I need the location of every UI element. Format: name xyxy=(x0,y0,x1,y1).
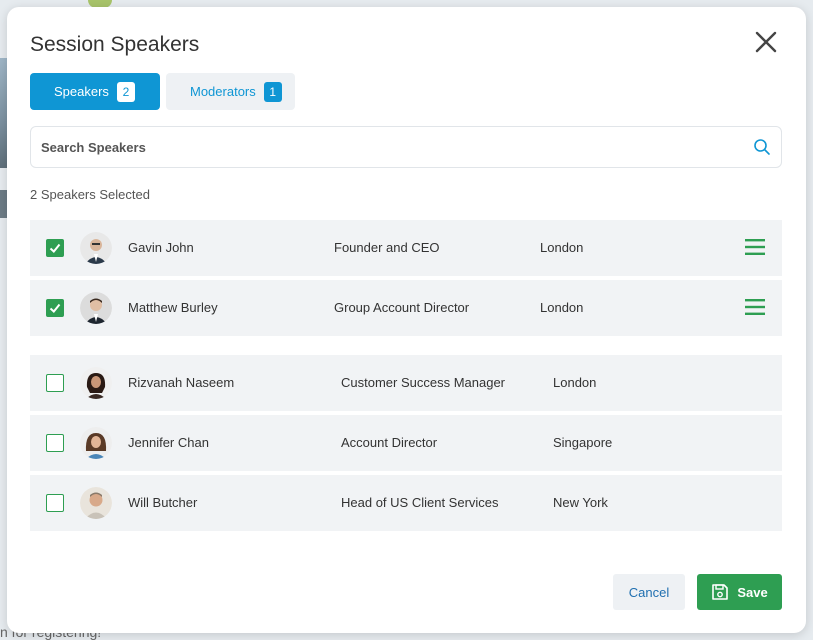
floppy-disk-icon xyxy=(712,584,729,600)
avatar xyxy=(80,487,112,519)
search-box xyxy=(30,126,782,168)
available-speaker-row[interactable]: Rizvanah Naseem Customer Success Manager… xyxy=(30,355,782,411)
drag-handle-icon[interactable] xyxy=(744,237,766,257)
speaker-checkbox[interactable] xyxy=(46,494,64,512)
available-speaker-row[interactable]: Jennifer Chan Account Director Singapore xyxy=(30,415,782,471)
speaker-role: Account Director xyxy=(341,435,438,450)
speaker-name: Rizvanah Naseem xyxy=(128,375,235,390)
selected-count-label: 2 Speakers Selected xyxy=(30,187,150,202)
speaker-checkbox[interactable] xyxy=(46,434,64,452)
speaker-role: Group Account Director xyxy=(334,300,470,315)
checkmark-icon xyxy=(49,303,61,313)
speaker-city: London xyxy=(553,375,597,390)
close-button[interactable] xyxy=(751,27,781,57)
avatar xyxy=(80,292,112,324)
speaker-city: London xyxy=(540,300,584,315)
speaker-checkbox[interactable] xyxy=(46,299,64,317)
avatar xyxy=(80,427,112,459)
speaker-role: Head of US Client Services xyxy=(341,495,499,510)
tab-speakers[interactable]: Speakers 2 xyxy=(30,73,160,110)
session-speakers-modal: Session Speakers Speakers 2 Moderators 1… xyxy=(7,7,806,633)
selected-speaker-row[interactable]: Matthew Burley Group Account Director Lo… xyxy=(30,280,782,336)
selected-speaker-row[interactable]: Gavin John Founder and CEO London xyxy=(30,220,782,276)
speaker-tabs: Speakers 2 Moderators 1 xyxy=(30,73,295,110)
search-icon[interactable] xyxy=(753,138,771,156)
speaker-name: Matthew Burley xyxy=(128,300,218,315)
speaker-role: Customer Success Manager xyxy=(341,375,506,390)
checkmark-icon xyxy=(49,243,61,253)
speaker-checkbox[interactable] xyxy=(46,374,64,392)
tab-moderators[interactable]: Moderators 1 xyxy=(166,73,295,110)
tab-speakers-count: 2 xyxy=(116,81,135,102)
speaker-name: Gavin John xyxy=(128,240,194,255)
save-button[interactable]: Save xyxy=(697,574,782,610)
speaker-name: Jennifer Chan xyxy=(128,435,209,450)
available-speaker-row[interactable]: Will Butcher Head of US Client Services … xyxy=(30,475,782,531)
save-button-label: Save xyxy=(737,584,768,600)
speaker-city: New York xyxy=(553,495,608,510)
cancel-button[interactable]: Cancel xyxy=(613,574,685,610)
speaker-city: London xyxy=(540,240,584,255)
speaker-name: Will Butcher xyxy=(128,495,198,510)
drag-handle-icon[interactable] xyxy=(744,297,766,317)
speaker-checkbox[interactable] xyxy=(46,239,64,257)
speaker-role: Founder and CEO xyxy=(334,240,440,255)
avatar xyxy=(80,367,112,399)
close-icon xyxy=(755,31,777,53)
search-input[interactable] xyxy=(41,127,741,167)
tab-moderators-count: 1 xyxy=(263,81,282,102)
tab-moderators-label: Moderators xyxy=(190,84,256,99)
avatar xyxy=(80,232,112,264)
speaker-city: Singapore xyxy=(553,435,613,450)
tab-speakers-label: Speakers xyxy=(54,84,109,99)
modal-title: Session Speakers xyxy=(30,33,200,56)
